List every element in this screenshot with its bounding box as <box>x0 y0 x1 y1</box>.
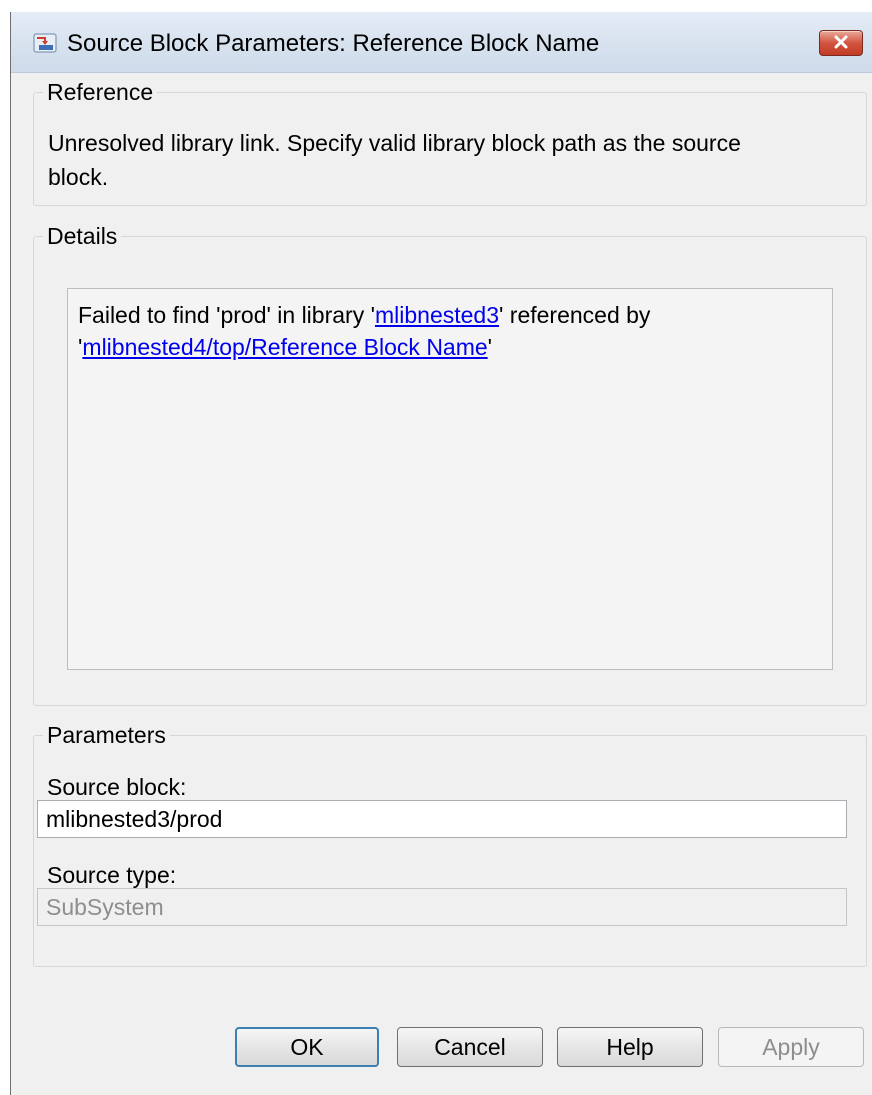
quote-close: ' <box>487 334 493 360</box>
library-link[interactable]: mlibnested3 <box>375 302 499 328</box>
title-bar[interactable]: Source Block Parameters: Reference Block… <box>11 12 872 73</box>
details-panel: Failed to find 'prod' in library 'mlibne… <box>67 288 833 670</box>
reference-message-line2: block. <box>48 164 109 190</box>
source-block-input[interactable] <box>37 800 847 838</box>
details-prefix-text: Failed to find 'prod' in library ' <box>78 302 375 328</box>
apply-button[interactable]: Apply <box>718 1027 864 1067</box>
background-edge-top <box>10 0 872 12</box>
reference-message-line1: Unresolved library link. Specify valid l… <box>48 130 741 156</box>
cancel-button[interactable]: Cancel <box>397 1027 543 1067</box>
reference-legend: Reference <box>43 79 158 105</box>
parameters-legend: Parameters <box>43 722 170 748</box>
dialog-window: Source Block Parameters: Reference Block… <box>10 12 872 1095</box>
source-type-label: Source type: <box>47 862 177 888</box>
close-icon <box>834 35 848 49</box>
help-button[interactable]: Help <box>557 1027 703 1067</box>
source-block-label: Source block: <box>47 774 187 800</box>
ok-button[interactable]: OK <box>235 1027 379 1067</box>
source-type-field: SubSystem <box>37 888 847 926</box>
window-title: Source Block Parameters: Reference Block… <box>67 30 600 57</box>
close-button[interactable] <box>819 30 863 56</box>
details-message: Failed to find 'prod' in library 'mlibne… <box>78 299 818 363</box>
block-path-link[interactable]: mlibnested4/top/Reference Block Name <box>82 334 487 360</box>
parameters-group <box>33 735 867 967</box>
simulink-block-icon <box>33 33 57 53</box>
details-middle-text: ' referenced by <box>499 302 651 328</box>
details-legend: Details <box>43 223 122 249</box>
